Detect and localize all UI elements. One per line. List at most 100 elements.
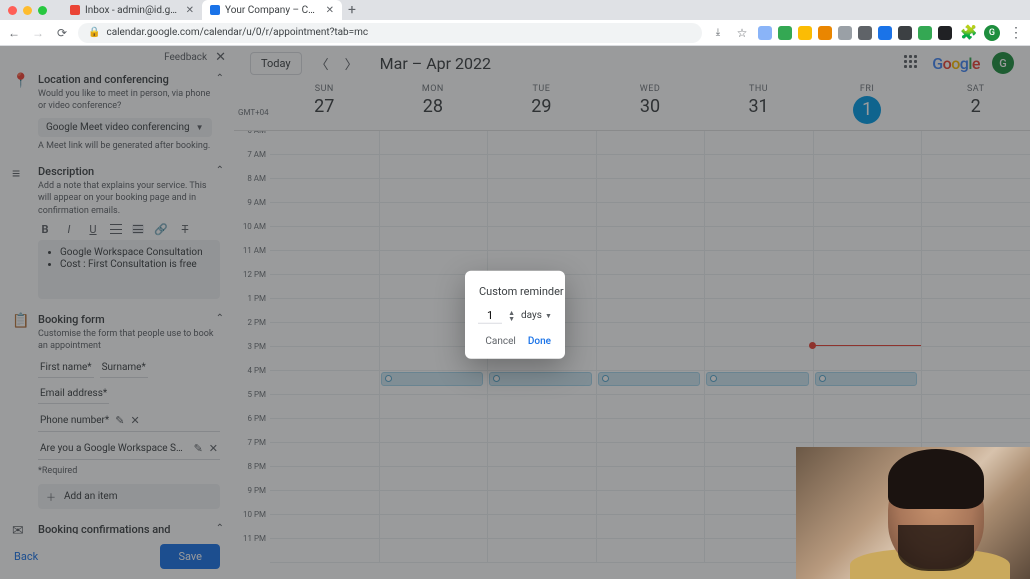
time-cell[interactable]: [270, 275, 379, 299]
extension-icon[interactable]: [838, 26, 852, 40]
time-cell[interactable]: [921, 323, 1030, 347]
bold-button[interactable]: B: [38, 223, 52, 236]
time-cell[interactable]: [379, 131, 488, 155]
time-cell[interactable]: [596, 491, 705, 515]
day-column-header[interactable]: SUN27: [270, 80, 379, 130]
time-cell[interactable]: [270, 395, 379, 419]
day-column-header[interactable]: SAT2: [921, 80, 1030, 130]
time-cell[interactable]: [379, 419, 488, 443]
url-field[interactable]: 🔒 calendar.google.com/calendar/u/0/r/app…: [78, 23, 702, 43]
edit-field-icon[interactable]: ✎: [115, 414, 124, 427]
chevron-up-icon[interactable]: ⌃: [216, 165, 224, 176]
time-cell[interactable]: [596, 347, 705, 371]
extension-icon[interactable]: [778, 26, 792, 40]
extension-icon[interactable]: [938, 26, 952, 40]
time-cell[interactable]: [487, 539, 596, 563]
clear-formatting-button[interactable]: T: [178, 223, 192, 236]
extension-icon[interactable]: [818, 26, 832, 40]
time-cell[interactable]: [596, 323, 705, 347]
time-cell[interactable]: [487, 179, 596, 203]
feedback-link[interactable]: Feedback: [164, 52, 207, 63]
link-button[interactable]: 🔗: [154, 223, 168, 236]
window-controls[interactable]: [8, 6, 47, 15]
drag-handle-icon[interactable]: [819, 375, 826, 382]
time-cell[interactable]: [596, 227, 705, 251]
time-cell[interactable]: [270, 443, 379, 467]
done-button[interactable]: Done: [528, 333, 551, 348]
time-cell[interactable]: [270, 467, 379, 491]
time-cell[interactable]: [487, 131, 596, 155]
numbered-list-button[interactable]: [110, 224, 122, 234]
time-cell[interactable]: [813, 419, 922, 443]
time-cell[interactable]: [596, 515, 705, 539]
time-cell[interactable]: [596, 443, 705, 467]
tab-close-icon[interactable]: ✕: [186, 5, 194, 16]
time-cell[interactable]: [379, 203, 488, 227]
extensions-puzzle-icon[interactable]: 🧩: [960, 25, 976, 41]
time-cell[interactable]: [704, 419, 813, 443]
time-cell[interactable]: [704, 323, 813, 347]
availability-block[interactable]: [598, 372, 701, 386]
time-cell[interactable]: [704, 203, 813, 227]
time-cell[interactable]: [487, 227, 596, 251]
underline-button[interactable]: U: [86, 223, 100, 236]
time-cell[interactable]: [921, 371, 1030, 395]
chevron-up-icon[interactable]: ⌃: [216, 73, 224, 84]
google-apps-icon[interactable]: [904, 55, 920, 71]
time-cell[interactable]: [596, 299, 705, 323]
time-cell[interactable]: [270, 155, 379, 179]
tab-close-icon[interactable]: ✕: [326, 5, 334, 16]
save-button[interactable]: Save: [160, 544, 220, 569]
time-cell[interactable]: [270, 179, 379, 203]
extension-icon[interactable]: [858, 26, 872, 40]
time-cell[interactable]: [270, 203, 379, 227]
edit-field-icon[interactable]: ✎: [194, 442, 203, 455]
time-cell[interactable]: [487, 467, 596, 491]
time-cell[interactable]: [813, 155, 922, 179]
time-cell[interactable]: [813, 179, 922, 203]
bookmark-star-icon[interactable]: ☆: [734, 26, 750, 40]
time-cell[interactable]: [921, 419, 1030, 443]
bulleted-list-button[interactable]: [132, 224, 144, 234]
time-cell[interactable]: [813, 251, 922, 275]
browser-tab[interactable]: Your Company – Calendar – E…✕: [202, 0, 342, 20]
remove-field-icon[interactable]: ✕: [130, 414, 139, 427]
time-cell[interactable]: [813, 347, 922, 371]
time-cell[interactable]: [921, 347, 1030, 371]
prev-week-icon[interactable]: 〈: [314, 54, 331, 73]
time-cell[interactable]: [270, 419, 379, 443]
cancel-button[interactable]: Cancel: [485, 333, 515, 348]
time-cell[interactable]: [704, 299, 813, 323]
number-stepper[interactable]: ▲ ▼: [508, 309, 515, 321]
time-cell[interactable]: [270, 491, 379, 515]
time-cell[interactable]: [487, 491, 596, 515]
reminder-value-input[interactable]: [478, 307, 502, 323]
extension-icon[interactable]: [798, 26, 812, 40]
time-cell[interactable]: [704, 347, 813, 371]
time-cell[interactable]: [487, 155, 596, 179]
time-cell[interactable]: [921, 299, 1030, 323]
browser-menu-icon[interactable]: ⋮: [1008, 25, 1024, 41]
time-cell[interactable]: [487, 203, 596, 227]
time-cell[interactable]: [487, 443, 596, 467]
time-cell[interactable]: [596, 539, 705, 563]
time-cell[interactable]: [704, 275, 813, 299]
back-button[interactable]: Back: [14, 550, 38, 563]
time-cell[interactable]: [596, 155, 705, 179]
window-fullscreen-icon[interactable]: [38, 6, 47, 15]
nav-back-icon[interactable]: ←: [6, 26, 22, 40]
time-cell[interactable]: [270, 227, 379, 251]
time-cell[interactable]: [921, 275, 1030, 299]
time-cell[interactable]: [813, 227, 922, 251]
time-cell[interactable]: [487, 515, 596, 539]
time-cell[interactable]: [813, 131, 922, 155]
chevron-up-icon[interactable]: ⌃: [216, 313, 224, 324]
time-cell[interactable]: [921, 131, 1030, 155]
extension-icon[interactable]: [878, 26, 892, 40]
time-cell[interactable]: [596, 395, 705, 419]
time-cell[interactable]: [596, 131, 705, 155]
time-cell[interactable]: [270, 515, 379, 539]
chevron-up-icon[interactable]: ⌃: [216, 523, 224, 534]
day-column-header[interactable]: THU31: [704, 80, 813, 130]
time-cell[interactable]: [704, 395, 813, 419]
